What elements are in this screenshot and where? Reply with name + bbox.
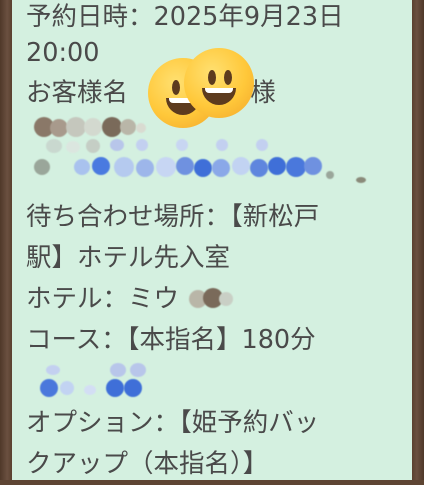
redacted-content [26, 115, 412, 197]
reservation-datetime-line1: 予約日時：2025年9月23日 [26, 2, 344, 32]
message-bubble: 予約日時：2025年9月23日 20:00 お客様名 様 待ち合わせ場所：【新松… [12, 0, 412, 480]
meeting-place-line2: 駅】ホテル先入室 [26, 243, 231, 273]
hotel-name-redaction [187, 288, 247, 312]
customer-name-prefix: お客様名 [26, 78, 129, 108]
window-frame-left [0, 0, 12, 480]
customer-name-suffix: 様 [250, 78, 276, 108]
redacted-content-2 [26, 361, 412, 403]
grinning-face-emoji [184, 48, 254, 118]
window-frame-right [412, 0, 424, 480]
hotel-label: ホテル：ミウ [26, 284, 180, 314]
option-line1: オプション：【姫予約バッ [26, 408, 320, 438]
option-line2: クアップ（本指名）】 [26, 449, 269, 479]
meeting-place-line1: 待ち合わせ場所：【新松戸 [26, 202, 320, 232]
hotel-line: ホテル：ミウ [26, 279, 412, 320]
course-line: コース：【本指名】180分 [26, 325, 316, 355]
